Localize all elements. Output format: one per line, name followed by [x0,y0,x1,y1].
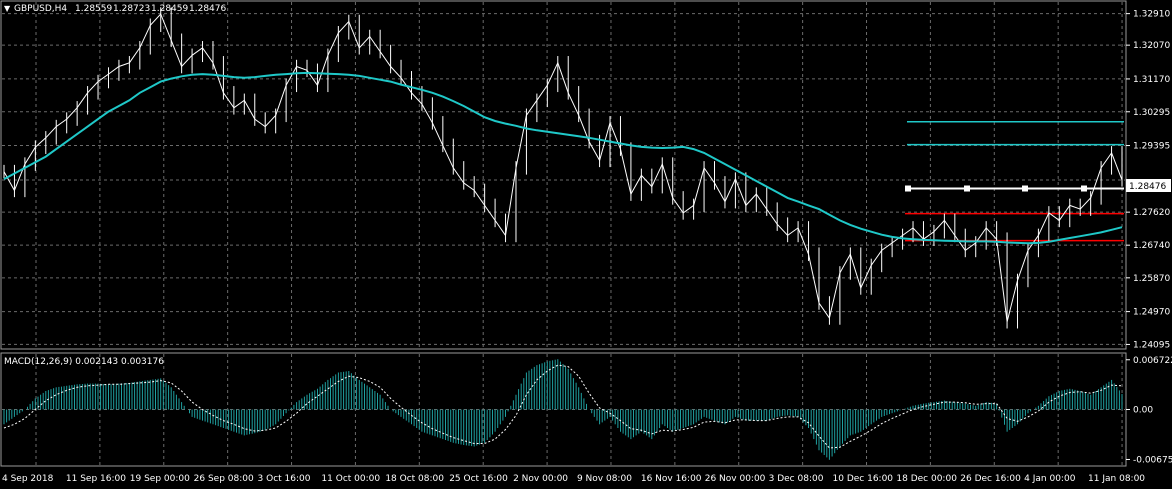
time-tick-label: 18 Dec 00:00 [896,474,957,484]
price-tick-label: 1.24095 [1133,340,1170,350]
chart-header: ▼ GBPUSD,H4 1.28559 1.28723 1.28459 1.28… [4,4,226,14]
time-tick-label: 16 Nov 16:00 [641,474,702,484]
time-tick-label: 26 Nov 00:00 [705,474,766,484]
macd-tick-label: -0.006754 [1133,455,1172,465]
time-tick-label: 3 Oct 16:00 [258,474,311,484]
time-tick-label: 4 Jan 00:00 [1024,474,1076,484]
header-close: 1.28476 [189,4,226,14]
price-tick-label: 1.32070 [1133,41,1170,51]
time-tick-label: 11 Sep 16:00 [66,474,126,484]
time-tick-label: 26 Sep 08:00 [194,474,254,484]
header-triangle-icon[interactable]: ▼ [4,4,11,13]
header-low: 1.28459 [151,4,188,14]
macd-tick-label: 0.006722 [1133,356,1172,366]
level-handle[interactable] [964,185,970,192]
time-tick-label: 3 Dec 08:00 [769,474,824,484]
trading-chart[interactable]: 1.32910 1.32070 1.31170 1.30295 1.29395 1.276… [0,0,1172,489]
macd-title: MACD(12,26,9) 0.002143 0.003176 [4,357,164,367]
header-symbol: GBPUSD,H4 [14,4,67,14]
price-tick-label: 1.26740 [1133,241,1170,251]
time-tick-label: 19 Sep 00:00 [130,474,190,484]
current-price-label: 1.28476 [1129,182,1166,192]
time-tick-label: 11 Oct 00:00 [321,474,380,484]
time-tick-label: 4 Sep 2018 [2,474,54,484]
level-handle[interactable] [905,185,911,192]
price-tick-label: 1.29395 [1133,142,1170,152]
price-tick-label: 1.30295 [1133,108,1170,118]
time-tick-label: 2 Nov 00:00 [513,474,568,484]
time-tick-label: 18 Oct 08:00 [385,474,444,484]
header-high: 1.28723 [113,4,150,14]
current-price-tag: 1.28476 [1126,179,1171,192]
time-tick-label: 9 Nov 08:00 [577,474,632,484]
price-tick-label: 1.25870 [1133,274,1170,284]
level-handle[interactable] [1081,185,1087,192]
price-tick-label: 1.32910 [1133,10,1170,20]
level-handle[interactable] [1022,185,1028,192]
price-tick-label: 1.24970 [1133,308,1170,318]
macd-tick-label: 0.00 [1133,406,1153,416]
time-tick-label: 10 Dec 16:00 [833,474,894,484]
price-tick-label: 1.27620 [1133,208,1170,218]
time-tick-label: 11 Jan 08:00 [1088,474,1145,484]
time-tick-label: 26 Dec 16:00 [960,474,1021,484]
header-open: 1.28559 [75,4,112,14]
price-tick-label: 1.31170 [1133,75,1170,85]
time-tick-label: 25 Oct 16:00 [449,474,508,484]
